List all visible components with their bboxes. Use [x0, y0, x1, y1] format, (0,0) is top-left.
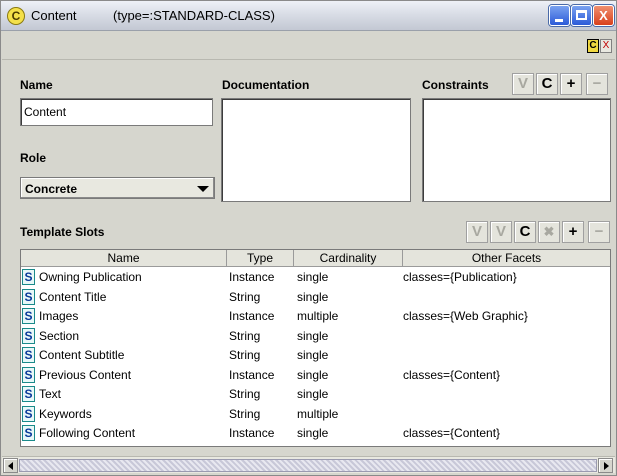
constraints-create-button[interactable]: C: [536, 73, 558, 95]
slot-remove-button[interactable]: −: [588, 221, 610, 243]
role-select[interactable]: Concrete: [20, 177, 215, 199]
slot-type: String: [229, 387, 261, 401]
constraints-list[interactable]: [422, 98, 611, 202]
documentation-label: Documentation: [222, 78, 310, 92]
constraints-label: Constraints: [422, 78, 489, 92]
template-slots-table: Name Type Cardinality Other Facets S Owni…: [20, 249, 611, 447]
close-button[interactable]: X: [593, 5, 614, 26]
slot-type: String: [229, 406, 261, 421]
documentation-textarea[interactable]: [221, 98, 411, 202]
slot-add-button[interactable]: +: [562, 221, 584, 243]
slot-other-facets: classes={Publication}: [403, 270, 517, 284]
table-row[interactable]: S Content Subtitle String single: [21, 346, 610, 365]
slot-icon: S: [22, 425, 35, 441]
table-header: Name Type Cardinality Other Facets: [21, 250, 610, 267]
window-type-label: (type=:STANDARD-CLASS): [113, 8, 275, 23]
slot-cardinality: single: [297, 367, 329, 382]
slot-type: Instance: [229, 426, 275, 440]
slot-other-facets: classes={Content}: [403, 426, 501, 440]
table-row[interactable]: S Owning Publication Instance single classes…: [21, 268, 610, 287]
slot-name: Keywords: [39, 406, 92, 421]
table-row[interactable]: S Following Content Instance single classes=…: [21, 424, 610, 443]
slot-cardinality: single: [297, 270, 329, 284]
slot-type: Instance: [229, 309, 275, 323]
constraints-remove-button[interactable]: −: [586, 73, 608, 95]
role-selected-value: Concrete: [25, 182, 78, 196]
scroll-right-button[interactable]: [598, 458, 613, 473]
slot-icon: S: [22, 386, 35, 402]
slot-name: Text: [39, 387, 62, 401]
panel-toolbar: C X: [2, 32, 615, 60]
constraints-add-button[interactable]: +: [560, 73, 582, 95]
slot-name: Owning Publication: [39, 270, 142, 284]
minimize-icon: [555, 19, 563, 22]
class-icon: C: [7, 7, 25, 25]
slot-type: String: [229, 328, 261, 343]
arrow-right-icon: [604, 462, 609, 470]
table-row[interactable]: S Images Instance multiple classes={Web Grap…: [21, 307, 610, 326]
slot-other-facets: classes={Content}: [403, 367, 501, 382]
slot-cardinality: multiple: [297, 406, 339, 421]
table-row[interactable]: S Section String single: [21, 327, 610, 346]
window-title: Content: [31, 8, 77, 23]
column-header-name[interactable]: Name: [21, 250, 227, 267]
slot-name: Images: [39, 309, 79, 323]
slot-name: Following Content: [39, 426, 136, 440]
slot-icon: S: [22, 308, 35, 324]
name-label: Name: [20, 78, 53, 92]
column-header-type[interactable]: Type: [227, 250, 294, 267]
slot-icon: S: [22, 327, 35, 344]
column-header-cardinality[interactable]: Cardinality: [294, 250, 403, 267]
class-editor-window: C Content (type=:STANDARD-CLASS) X C X N…: [0, 0, 617, 476]
slot-type: String: [229, 289, 261, 304]
slot-icon: S: [22, 366, 35, 383]
table-row[interactable]: S Previous Content Instance single classes={…: [21, 366, 610, 385]
scroll-left-button[interactable]: [3, 458, 18, 473]
maximize-icon: [576, 10, 587, 20]
slot-cardinality: single: [297, 348, 329, 362]
slot-icon: S: [22, 405, 35, 422]
slot-type: Instance: [229, 270, 275, 284]
slot-name: Section: [39, 328, 80, 343]
slot-name: Previous Content: [39, 367, 132, 382]
table-row[interactable]: S Content Title String single: [21, 288, 610, 307]
slot-view-top-button[interactable]: V: [490, 221, 512, 243]
slot-cardinality: single: [297, 426, 329, 440]
slot-cardinality: single: [297, 328, 329, 343]
title-bar[interactable]: C Content (type=:STANDARD-CLASS) X: [1, 1, 616, 31]
slot-name: Content Title: [39, 289, 107, 304]
slot-icon: S: [22, 269, 35, 285]
role-label: Role: [20, 151, 47, 165]
constraints-view-button[interactable]: V: [512, 73, 534, 95]
slot-icon: S: [22, 347, 35, 363]
horizontal-scrollbar[interactable]: [2, 456, 615, 473]
slot-type: Instance: [229, 367, 275, 382]
slot-cardinality: single: [297, 387, 329, 401]
close-panel-icon[interactable]: X: [600, 39, 612, 53]
table-row[interactable]: S Text String single: [21, 385, 610, 404]
slot-cardinality: single: [297, 289, 329, 304]
slot-name: Content Subtitle: [39, 348, 125, 362]
slot-icon: S: [22, 288, 35, 305]
chevron-down-icon: [197, 186, 209, 192]
scrollbar-track[interactable]: [19, 459, 597, 472]
column-header-other-facets[interactable]: Other Facets: [403, 250, 610, 267]
class-mini-icon[interactable]: C: [587, 39, 599, 53]
template-slots-label: Template Slots: [20, 225, 105, 239]
slot-other-facets: classes={Web Graphic}: [403, 309, 528, 323]
name-value: Content: [24, 105, 67, 119]
maximize-button[interactable]: [571, 5, 592, 26]
slot-create-button[interactable]: C: [514, 221, 536, 243]
table-row[interactable]: S Keywords String multiple: [21, 405, 610, 424]
slot-cardinality: multiple: [297, 309, 339, 323]
name-field[interactable]: Content: [20, 98, 213, 126]
slot-type: String: [229, 348, 261, 362]
minimize-button[interactable]: [549, 5, 570, 26]
slot-delete-button[interactable]: ✖: [538, 221, 560, 243]
arrow-left-icon: [8, 462, 13, 470]
slot-view-button[interactable]: V: [466, 221, 488, 243]
